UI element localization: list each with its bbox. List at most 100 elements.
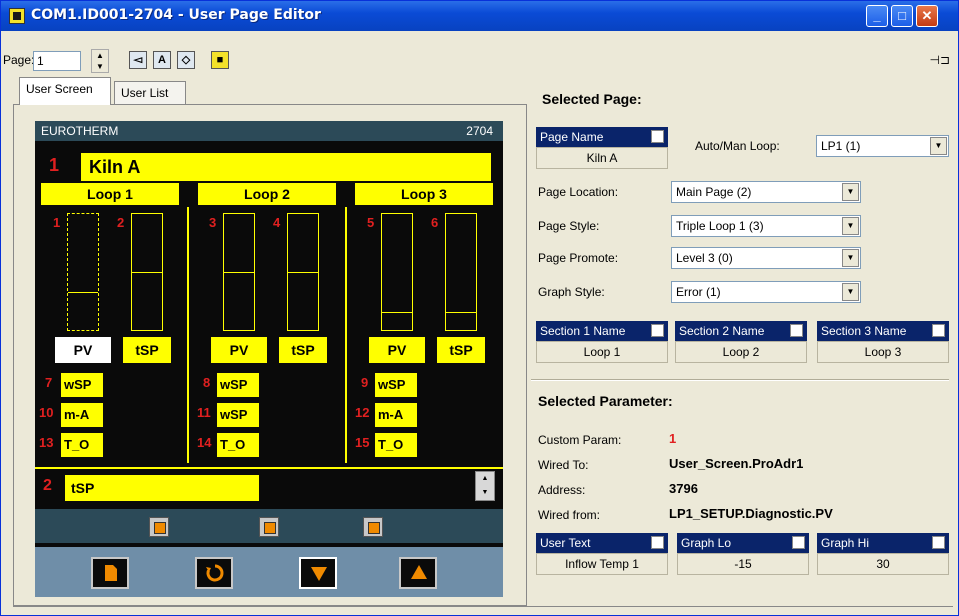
loop-3-pv-bargraph[interactable] (381, 213, 413, 331)
param-number: 10 (39, 405, 54, 420)
graph-style-select[interactable]: Error (1) ▼ (671, 281, 861, 303)
section-3-checkbox[interactable] (932, 324, 945, 337)
param-box[interactable]: wSP (217, 403, 259, 427)
page-location-select[interactable]: Main Page (2) ▼ (671, 181, 861, 203)
address-value: 3796 (669, 481, 698, 496)
up-key[interactable] (399, 557, 437, 589)
device-nav-row (35, 547, 503, 597)
kiln-title-row[interactable]: 1 Kiln A (41, 153, 493, 181)
loop-2-pv-label[interactable]: PV (211, 337, 267, 363)
loop-2-tsp-label[interactable]: tSP (279, 337, 327, 363)
device-icon[interactable]: ■ (211, 51, 229, 69)
loop-1-tsp-label[interactable]: tSP (123, 337, 171, 363)
param-box[interactable]: m-A (61, 403, 103, 427)
wired-to-value: User_Screen.ProAdr1 (669, 456, 804, 471)
loop-3-tsp-label[interactable]: tSP (437, 337, 485, 363)
scroll-key[interactable] (195, 557, 233, 589)
device-soft-button[interactable] (363, 517, 383, 537)
section-1-name-field[interactable]: Section 1 Name Loop 1 (536, 321, 668, 363)
param-box[interactable]: wSP (375, 373, 417, 397)
section-3-name-field[interactable]: Section 3 Name Loop 3 (817, 321, 949, 363)
page-key[interactable] (91, 557, 129, 589)
pin-icon[interactable]: ⊣⊐ (929, 53, 950, 67)
page-spinner[interactable]: ▲ ▼ (91, 49, 109, 73)
loop-3-header[interactable]: Loop 3 (355, 183, 493, 205)
user-text-value[interactable]: Inflow Temp 1 (536, 553, 668, 575)
loop-3-tsp-bargraph[interactable] (445, 213, 477, 331)
graph-hi-field[interactable]: Graph Hi 30 (817, 533, 949, 575)
param-box[interactable]: m-A (375, 403, 417, 427)
loop-2-tsp-bargraph[interactable] (287, 213, 319, 331)
graph-lo-value[interactable]: -15 (677, 553, 809, 575)
tag-icon[interactable]: ◅ (129, 51, 147, 69)
chevron-down-icon[interactable]: ▼ (842, 217, 859, 235)
selected-page-title: Selected Page: (542, 91, 642, 107)
user-text-field[interactable]: User Text Inflow Temp 1 (536, 533, 668, 575)
device-soft-button[interactable] (149, 517, 169, 537)
section-2-checkbox[interactable] (790, 324, 803, 337)
loop-2-pv-bargraph[interactable] (223, 213, 255, 331)
user-text-checkbox[interactable] (651, 536, 664, 549)
graph-lo-field[interactable]: Graph Lo -15 (677, 533, 809, 575)
kiln-title[interactable]: Kiln A (81, 153, 491, 181)
text-icon[interactable]: A (153, 51, 171, 69)
graph-lo-checkbox[interactable] (792, 536, 805, 549)
device-soft-button[interactable] (259, 517, 279, 537)
tab-user-list[interactable]: User List (114, 81, 186, 105)
section-2-value[interactable]: Loop 2 (675, 341, 807, 363)
page-number-input[interactable]: 1 (33, 51, 81, 71)
page-name-value[interactable]: Kiln A (536, 147, 668, 169)
wired-to-label: Wired To: (538, 458, 589, 472)
loop-1-tsp-bargraph[interactable] (131, 213, 163, 331)
param-box[interactable]: T_O (217, 433, 259, 457)
bar-number: 6 (431, 215, 439, 230)
value-spinner[interactable]: ▲ ▼ (475, 471, 495, 501)
page-promote-label: Page Promote: (538, 251, 619, 265)
param-box[interactable]: wSP (217, 373, 259, 397)
bottom-param-box[interactable]: tSP (65, 475, 259, 501)
title-bar[interactable]: COM1.ID001-2704 - User Page Editor _ □ ✕ (1, 1, 958, 31)
chevron-down-icon[interactable]: ▼ (842, 249, 859, 267)
page-name-checkbox[interactable] (651, 130, 664, 143)
graph-hi-checkbox[interactable] (932, 536, 945, 549)
down-key[interactable] (299, 557, 337, 589)
page-style-select[interactable]: Triple Loop 1 (3) ▼ (671, 215, 861, 237)
graph-hi-value[interactable]: 30 (817, 553, 949, 575)
param-number: 9 (361, 375, 369, 390)
cycle-icon (206, 564, 224, 582)
param-box[interactable]: T_O (375, 433, 417, 457)
param-box[interactable]: wSP (61, 373, 103, 397)
loop-3-pv-label[interactable]: PV (369, 337, 425, 363)
page-name-field[interactable]: Page Name Kiln A (536, 127, 668, 169)
loop-1-pv-label[interactable]: PV (55, 337, 111, 363)
device-brand: EUROTHERM (41, 124, 119, 138)
loop-1-header[interactable]: Loop 1 (41, 183, 179, 205)
chevron-down-icon[interactable]: ▼ (842, 283, 859, 301)
bar-number: 2 (117, 215, 125, 230)
section-1-value[interactable]: Loop 1 (536, 341, 668, 363)
page-promote-select[interactable]: Level 3 (0) ▼ (671, 247, 861, 269)
auto-man-loop-select[interactable]: LP1 (1) ▼ (816, 135, 949, 157)
chevron-down-icon[interactable]: ▼ (842, 183, 859, 201)
eraser-icon[interactable]: ◇ (177, 51, 195, 69)
maximize-button[interactable]: □ (891, 5, 913, 27)
param-box[interactable]: T_O (61, 433, 103, 457)
bargraph-level (446, 312, 476, 313)
loop-1-pv-bargraph[interactable] (67, 213, 99, 331)
section-1-checkbox[interactable] (651, 324, 664, 337)
loop-separator (187, 207, 189, 463)
param-number: 13 (39, 435, 54, 450)
section-2-header: Section 2 Name (675, 321, 807, 341)
loop-2-header[interactable]: Loop 2 (198, 183, 336, 205)
chevron-down-icon[interactable]: ▼ (930, 137, 947, 155)
page-name-header: Page Name (536, 127, 668, 147)
device-header: EUROTHERM 2704 (35, 121, 503, 141)
section-3-value[interactable]: Loop 3 (817, 341, 949, 363)
tab-user-screen[interactable]: User Screen (19, 77, 111, 105)
minimize-button[interactable]: _ (866, 5, 888, 27)
close-button[interactable]: ✕ (916, 5, 938, 27)
param-number: 14 (197, 435, 212, 450)
param-number: 8 (203, 375, 211, 390)
section-2-name-field[interactable]: Section 2 Name Loop 2 (675, 321, 807, 363)
wired-from-value: LP1_SETUP.Diagnostic.PV (669, 506, 833, 521)
